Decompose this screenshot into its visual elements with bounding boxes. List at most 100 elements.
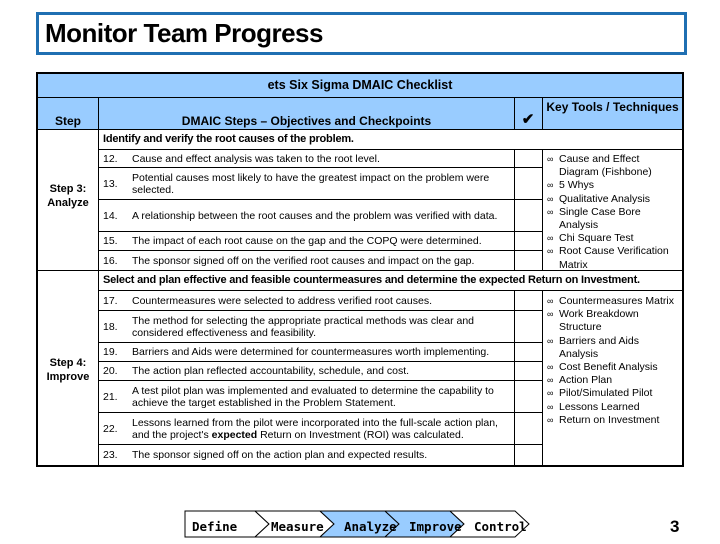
step-label-improve: Step 4: Improve — [38, 356, 98, 384]
checkbox-cell[interactable] — [515, 168, 542, 200]
bullet-icon: ∞ — [547, 414, 554, 425]
phase-control-label[interactable]: Control — [474, 519, 527, 534]
checkbox-cell[interactable] — [515, 381, 542, 413]
step-label-line: Step 3: — [49, 183, 87, 195]
bullet-icon: ∞ — [547, 362, 554, 373]
page-title-box: Monitor Team Progress — [36, 12, 687, 55]
checkbox-cell[interactable] — [515, 413, 542, 445]
checkpoint-number: 16. — [103, 254, 118, 267]
tool-label: Lessons Learned — [559, 400, 640, 413]
checklist-row: 15. The impact of each root cause on the … — [99, 232, 514, 251]
bullet-icon: ∞ — [547, 296, 554, 306]
checklist-row: 20. The action plan reflected accountabil… — [99, 362, 514, 381]
checkbox-cell[interactable] — [515, 291, 542, 311]
tool-item: ∞ Cause and Effect Diagram (Fishbone) — [547, 153, 679, 179]
checkbox-cell[interactable] — [515, 445, 542, 465]
phase-analyze-label[interactable]: Analyze — [344, 519, 397, 534]
checkpoint-number: 19. — [103, 346, 118, 358]
checklist-row: 21. A test pilot plan was implemented and… — [99, 381, 514, 413]
checklist-row: 23. The sponsor signed off on the action … — [99, 445, 514, 465]
bullet-icon: ∞ — [547, 335, 554, 346]
objective-analyze: Identify and verify the root causes of t… — [99, 130, 682, 150]
tool-item: ∞ Barriers and Aids Analysis — [547, 335, 679, 361]
divider — [542, 150, 543, 270]
bullet-icon: ∞ — [547, 246, 554, 257]
bullet-icon: ∞ — [547, 233, 554, 244]
tool-item: ∞ Single Case Bore Analysis — [547, 206, 679, 232]
tools-list-improve: ∞ Countermeasures Matrix ∞ Work Breakdown S… — [547, 295, 679, 427]
tool-label: Return on Investment — [559, 413, 660, 426]
header-check-icon: ✔ — [521, 111, 535, 128]
bullet-icon: ∞ — [547, 206, 554, 217]
step-label-line: Step 4: — [49, 357, 87, 369]
tool-item: ∞ Qualitative Analysis — [547, 193, 679, 206]
checklist-row: 19. Barriers and Aids were determined for… — [99, 343, 514, 362]
tool-item: ∞ Lessons Learned — [547, 401, 679, 414]
tool-label: Action Plan — [559, 374, 613, 387]
checkbox-cell[interactable] — [515, 343, 542, 362]
checkpoint-text: The method for selecting the appropriate… — [132, 314, 475, 339]
divider — [514, 291, 515, 465]
tool-label: 5 Whys — [559, 179, 595, 192]
tool-item: ∞ Cost Benefit Analysis — [547, 361, 679, 374]
checklist-row: 22. Lessons learned from the pilot were i… — [99, 413, 514, 445]
phase-measure-label[interactable]: Measure — [271, 519, 324, 534]
checklist-row: 14. A relationship between the root cause… — [99, 200, 514, 232]
checkpoint-text: Cause and effect analysis was taken to t… — [132, 152, 380, 165]
tool-label: Work Breakdown Structure — [559, 308, 639, 334]
header-tools: Key Tools / Techniques — [546, 100, 679, 114]
dmaic-checklist-table: ets Six Sigma DMAIC Checklist Step DMAIC… — [36, 72, 684, 467]
checkpoint-text: The sponsor signed off on the action pla… — [132, 449, 428, 461]
checkbox-cell[interactable] — [515, 200, 542, 232]
tool-label: Barriers and Aids Analysis — [559, 334, 639, 360]
checklist-row: 13. Potential causes most likely to have … — [99, 168, 514, 200]
checkbox-cell[interactable] — [515, 232, 542, 251]
checkpoint-text: The impact of each root cause on the gap… — [132, 235, 482, 247]
header-objectives: DMAIC Steps – Objectives and Checkpoints — [181, 114, 432, 128]
tool-label: Root Cause Verification Matrix — [559, 245, 669, 271]
checkpoint-number: 13. — [103, 177, 118, 190]
tool-label: Qualitative Analysis — [559, 192, 651, 205]
step-label-line: Improve — [46, 371, 90, 383]
bullet-icon: ∞ — [547, 309, 554, 320]
checkpoint-number: 15. — [103, 235, 118, 247]
tool-item: ∞ Pilot/Simulated Pilot — [547, 387, 679, 400]
bullet-icon: ∞ — [547, 193, 554, 204]
checkpoint-number: 12. — [103, 152, 118, 165]
tool-label: Cost Benefit Analysis — [559, 361, 658, 374]
checkpoint-text: Lessons learned from the pilot were inco… — [132, 417, 514, 441]
tool-label: Chi Square Test — [559, 232, 634, 245]
checkpoint-text: The action plan reflected accountability… — [132, 365, 410, 377]
tool-item: ∞ 5 Whys — [547, 179, 679, 192]
checkpoint-text: Potential causes most likely to have the… — [132, 171, 490, 196]
checkbox-cell[interactable] — [515, 362, 542, 381]
tool-label: Countermeasures Matrix — [559, 295, 674, 307]
checkpoint-text: Countermeasures were selected to address… — [132, 294, 432, 307]
bullet-icon: ∞ — [547, 388, 554, 399]
tool-item: ∞ Return on Investment — [547, 414, 679, 427]
checkbox-cell[interactable] — [515, 150, 542, 168]
bullet-icon: ∞ — [547, 401, 554, 412]
phase-improve-label[interactable]: Improve — [409, 519, 462, 534]
checkbox-cell[interactable] — [515, 251, 542, 270]
tool-label: Cause and Effect Diagram (Fishbone) — [559, 153, 652, 179]
tool-label: Single Case Bore Analysis — [559, 205, 641, 232]
phase-define-label[interactable]: Define — [192, 519, 237, 534]
tool-item: ∞ Root Cause Verification Matrix — [547, 245, 679, 271]
checkpoint-text: Barriers and Aids were determined for co… — [132, 346, 490, 358]
bullet-icon: ∞ — [547, 154, 554, 164]
checklist-row: 12. Cause and effect analysis was taken t… — [99, 150, 514, 168]
step-label-line: Analyze — [47, 197, 89, 209]
checkbox-cell[interactable] — [515, 311, 542, 343]
divider — [542, 98, 543, 130]
checkpoint-number: 21. — [103, 390, 118, 403]
checkpoint-number: 17. — [103, 294, 118, 307]
table-title: ets Six Sigma DMAIC Checklist — [38, 74, 682, 98]
tool-item: ∞ Work Breakdown Structure — [547, 308, 679, 334]
bullet-icon: ∞ — [547, 180, 554, 191]
tool-item: ∞ Countermeasures Matrix — [547, 295, 679, 308]
checkpoint-text-part: Return on Investment (ROI) was calculate… — [257, 428, 464, 441]
page-number: 3 — [670, 517, 680, 536]
tool-label: Pilot/Simulated Pilot — [559, 387, 653, 400]
checkpoint-number: 23. — [103, 449, 118, 461]
